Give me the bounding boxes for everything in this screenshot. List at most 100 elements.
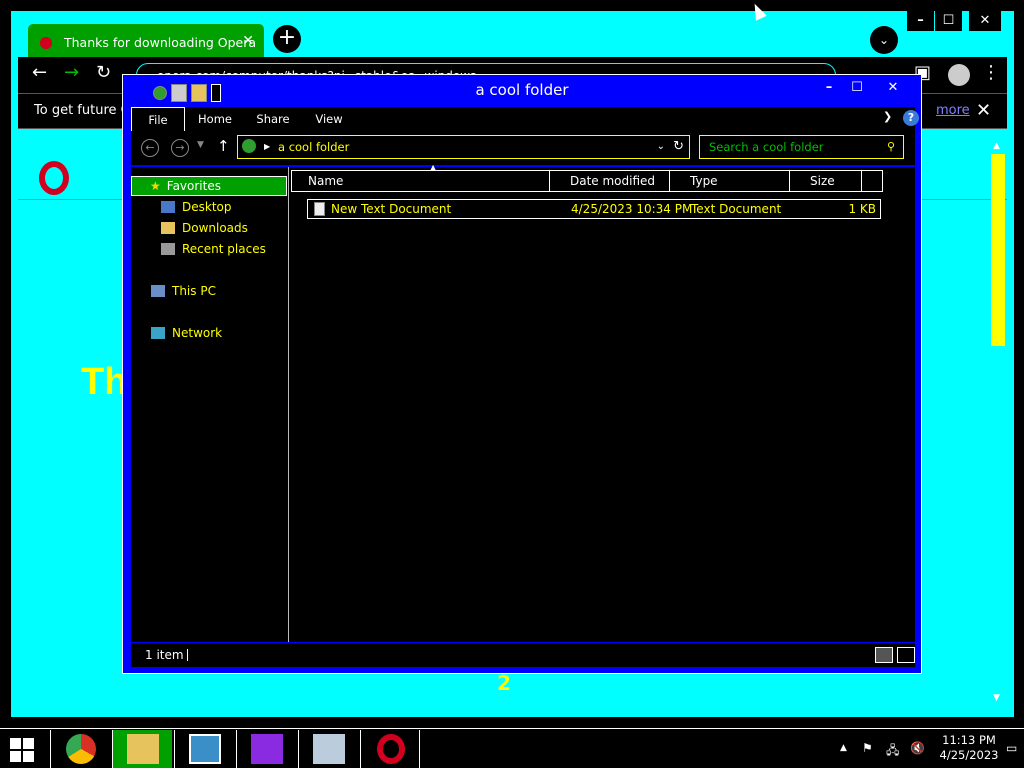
desktop: Thanks for downloading Opera ✕ + ⌄ – ☐ ✕… [0,0,1024,768]
folder-icon [127,734,159,764]
nav-favorites[interactable]: ★ Favorites [131,176,287,196]
chrome-icon [66,734,96,764]
computer-icon [151,285,165,297]
learn-more-link[interactable]: more [936,94,970,128]
explorer-close-button[interactable]: ✕ [879,79,907,97]
breadcrumb-arrow-icon[interactable]: ▶ [264,136,270,158]
info-bar-close-icon[interactable]: ✕ [976,94,991,128]
taskbar-file-explorer[interactable] [112,730,172,768]
tab-view[interactable]: View [307,107,351,131]
new-tab-button[interactable]: + [273,25,301,53]
taskbar: ▲ ⚑ 🖧 🔇 11:13 PM 4/25/2023 ▭ [0,728,1024,768]
taskbar-notepad[interactable] [298,730,358,768]
menu-dots-icon[interactable]: ⋮ [982,62,1000,83]
item-count: 1 item [145,648,184,662]
address-text: a cool folder [278,140,350,154]
forward-button-icon[interactable]: → [171,139,189,157]
show-desktop-icon[interactable]: ▭ [1006,741,1017,755]
taskbar-magnifier[interactable] [236,730,296,768]
refresh-icon[interactable]: ↻ [673,136,684,158]
search-placeholder: Search a cool folder [709,140,824,154]
nav-desktop[interactable]: Desktop [161,197,232,217]
clock-time: 11:13 PM [942,733,996,747]
explorer-minimize-button[interactable]: – [815,79,843,97]
page-scrollbar[interactable]: ▲ ▼ [991,141,1005,703]
column-name[interactable]: Name [300,171,550,191]
tab-home[interactable]: Home [193,107,237,131]
tab-search-button[interactable]: ⌄ [870,26,898,54]
nav-this-pc[interactable]: This PC [151,281,216,301]
opera-logo [39,161,69,195]
ribbon-expand-icon[interactable]: ❯ [883,110,892,123]
file-type: Text Document [691,202,782,216]
file-list: ▲ Name Date modified Type Size New Text … [291,163,915,642]
nav-recent-places[interactable]: Recent places [161,239,266,259]
recent-locations-icon[interactable]: ▼ [197,140,204,150]
navigation-pane: ★ Favorites Desktop Downloads Recent pla… [131,167,289,642]
file-explorer-window: a cool folder – ☐ ✕ File Home Share View… [122,74,922,674]
desktop-icon [161,201,175,213]
info-bar-text: To get future G [34,103,131,118]
search-icon[interactable]: ⚲ [887,136,895,158]
tab-share[interactable]: Share [251,107,295,131]
help-icon[interactable]: ? [903,110,919,126]
address-dropdown-icon[interactable]: ⌄ [657,136,665,158]
tray-expand-icon[interactable]: ▲ [840,743,847,753]
thanks-heading: Th [81,361,128,403]
clock-date: 4/25/2023 [939,748,999,762]
photos-icon [189,734,221,764]
tab-close-icon[interactable]: ✕ [242,33,254,49]
recent-places-icon [161,243,175,255]
browser-maximize-button[interactable]: ☐ [935,11,962,31]
browser-tab[interactable]: Thanks for downloading Opera ✕ [27,23,265,61]
explorer-title: a cool folder [475,81,569,99]
tab-title: Thanks for downloading Opera [64,35,257,50]
star-icon: ★ [150,179,161,193]
address-box[interactable]: ▶ a cool folder ⌄ ↻ [237,135,690,159]
browser-close-button[interactable]: ✕ [969,11,1001,31]
taskbar-chrome[interactable] [50,730,110,768]
back-arrow-icon[interactable]: ← [32,62,47,83]
taskbar-opera[interactable] [360,730,420,768]
start-button[interactable] [10,738,36,762]
table-row[interactable]: New Text Document 4/25/2023 10:34 PM Tex… [307,199,881,219]
network-icon [151,327,165,339]
file-size: 1 KB [848,202,876,216]
scroll-up-icon[interactable]: ▲ [993,141,1000,151]
back-button-icon[interactable]: ← [141,139,159,157]
large-icons-view-icon[interactable] [897,647,915,663]
volume-muted-icon[interactable]: 🔇 [910,741,925,755]
flag-icon[interactable]: ⚑ [862,741,873,755]
clock[interactable]: 11:13 PM 4/25/2023 [930,733,1008,763]
nav-downloads[interactable]: Downloads [161,218,248,238]
file-date: 4/25/2023 10:34 PM [571,202,693,216]
profile-avatar[interactable] [948,64,970,86]
tab-file[interactable]: File [131,107,185,131]
status-divider [187,649,188,661]
text-file-icon [314,202,325,216]
taskbar-photos[interactable] [174,730,234,768]
scroll-down-icon[interactable]: ▼ [993,693,1000,703]
magnifier-icon [251,734,283,764]
folder-tree-icon [242,139,256,153]
column-date-modified[interactable]: Date modified [562,171,670,191]
details-view-icon[interactable] [875,647,893,663]
step-number: 2 [497,671,511,695]
explorer-maximize-button[interactable]: ☐ [843,79,871,97]
search-box[interactable]: Search a cool folder ⚲ [699,135,904,159]
column-size[interactable]: Size [802,171,862,191]
ribbon-tabs: File Home Share View ❯ ? [131,107,919,131]
reload-icon[interactable]: ↻ [96,62,111,83]
opera-icon [377,734,405,764]
column-headers: ▲ Name Date modified Type Size [291,163,883,192]
scroll-thumb[interactable] [991,154,1005,346]
browser-minimize-button[interactable]: – [907,11,934,31]
up-arrow-icon[interactable]: ↑ [217,137,230,155]
nav-network[interactable]: Network [151,323,222,343]
column-type[interactable]: Type [682,171,790,191]
file-name: New Text Document [331,202,452,216]
downloads-icon [161,222,175,234]
network-tray-icon[interactable]: 🖧 [886,741,899,762]
explorer-body: ★ Favorites Desktop Downloads Recent pla… [131,163,915,642]
forward-arrow-icon[interactable]: → [64,62,79,83]
